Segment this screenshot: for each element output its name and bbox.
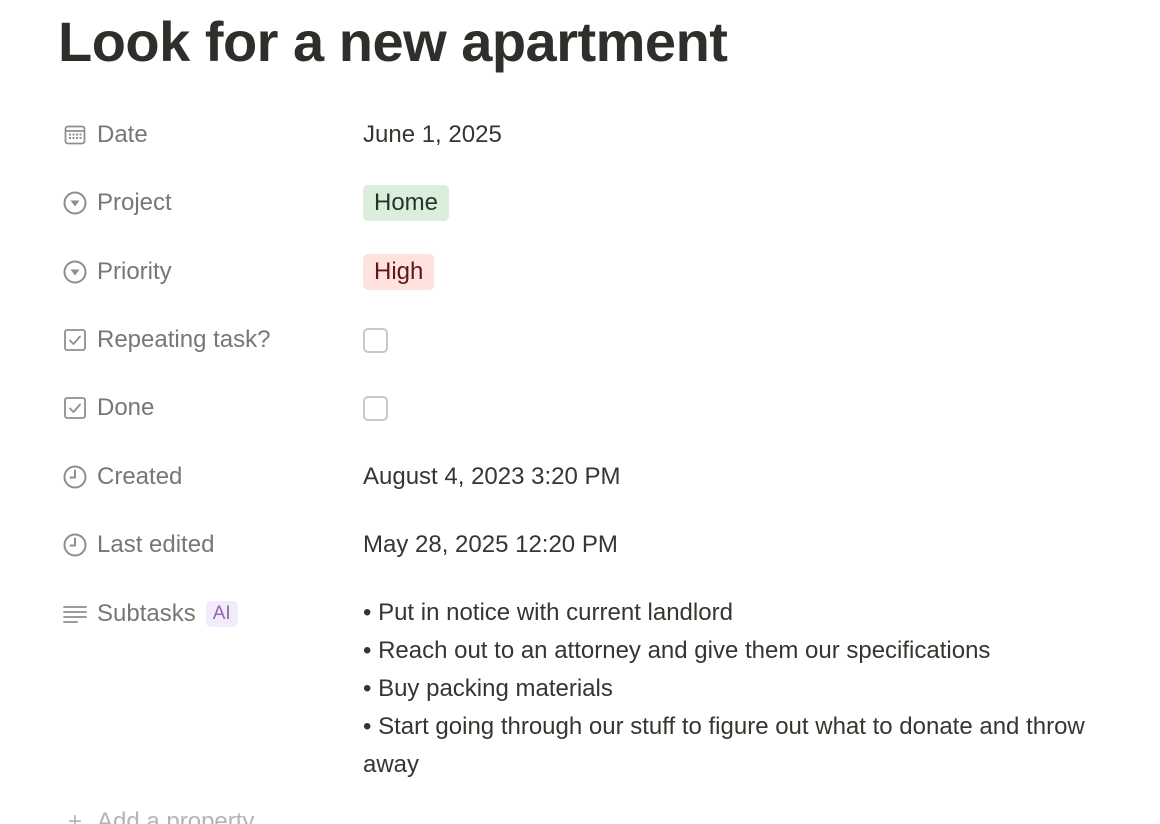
add-property-label: Add a property <box>97 808 255 824</box>
property-row-date: Date June 1, 2025 <box>56 113 1136 157</box>
done-value <box>363 386 388 430</box>
property-label-text: Created <box>97 463 183 490</box>
property-row-priority: Priority High <box>56 250 1136 294</box>
checkbox-icon <box>62 327 88 353</box>
property-row-project: Project Home <box>56 181 1136 225</box>
property-label-text: Done <box>97 394 155 421</box>
add-property-button[interactable]: + Add a property <box>62 808 254 824</box>
ai-badge[interactable]: AI <box>205 601 238 627</box>
property-label-text: Project <box>97 189 172 216</box>
property-label-priority[interactable]: Priority <box>56 250 346 294</box>
subtasks-value[interactable]: • Put in notice with current landlord • … <box>363 594 1123 784</box>
repeating-task-checkbox[interactable] <box>363 327 388 353</box>
clock-icon <box>62 532 88 558</box>
repeating-task-value <box>363 318 388 362</box>
priority-value[interactable]: High <box>363 250 435 294</box>
property-row-created: Created August 4, 2023 3:20 PM <box>56 455 1136 499</box>
checkbox-icon <box>62 395 88 421</box>
property-label-text: Last edited <box>97 531 215 558</box>
created-value: August 4, 2023 3:20 PM <box>363 463 621 490</box>
property-label-subtasks[interactable]: Subtasks AI <box>56 592 346 636</box>
plus-icon: + <box>67 808 82 824</box>
property-label-text: Date <box>97 121 148 148</box>
property-label-date[interactable]: Date <box>56 113 346 157</box>
done-checkbox[interactable] <box>363 395 388 421</box>
property-row-last-edited: Last edited May 28, 2025 12:20 PM <box>56 523 1136 567</box>
date-value[interactable]: June 1, 2025 <box>363 113 502 157</box>
last-edited-value: May 28, 2025 12:20 PM <box>363 531 618 558</box>
property-row-repeating-task: Repeating task? <box>56 318 1136 362</box>
property-label-project[interactable]: Project <box>56 181 346 225</box>
property-label-created[interactable]: Created <box>56 455 346 499</box>
subtask-item: • Reach out to an attorney and give them… <box>363 637 991 664</box>
text-icon <box>62 601 88 627</box>
property-label-text: Subtasks <box>97 600 196 627</box>
project-value[interactable]: Home <box>363 181 450 225</box>
subtask-item: • Start going through our stuff to figur… <box>363 713 1085 778</box>
priority-tag[interactable]: High <box>363 254 435 290</box>
subtask-item: • Put in notice with current landlord <box>363 599 733 626</box>
page-title[interactable]: Look for a new apartment <box>58 8 728 76</box>
page: Look for a new apartment Date June 1, 20… <box>0 0 1160 824</box>
property-label-text: Repeating task? <box>97 326 271 353</box>
property-label-text: Priority <box>97 258 172 285</box>
property-label-repeating-task[interactable]: Repeating task? <box>56 318 346 362</box>
subtask-item: • Buy packing materials <box>363 675 613 702</box>
select-icon <box>62 190 88 216</box>
property-label-done[interactable]: Done <box>56 386 346 430</box>
select-icon <box>62 259 88 285</box>
calendar-icon <box>62 122 88 148</box>
project-tag[interactable]: Home <box>363 185 450 221</box>
property-row-done: Done <box>56 386 1136 430</box>
property-label-last-edited[interactable]: Last edited <box>56 523 346 567</box>
clock-icon <box>62 464 88 490</box>
